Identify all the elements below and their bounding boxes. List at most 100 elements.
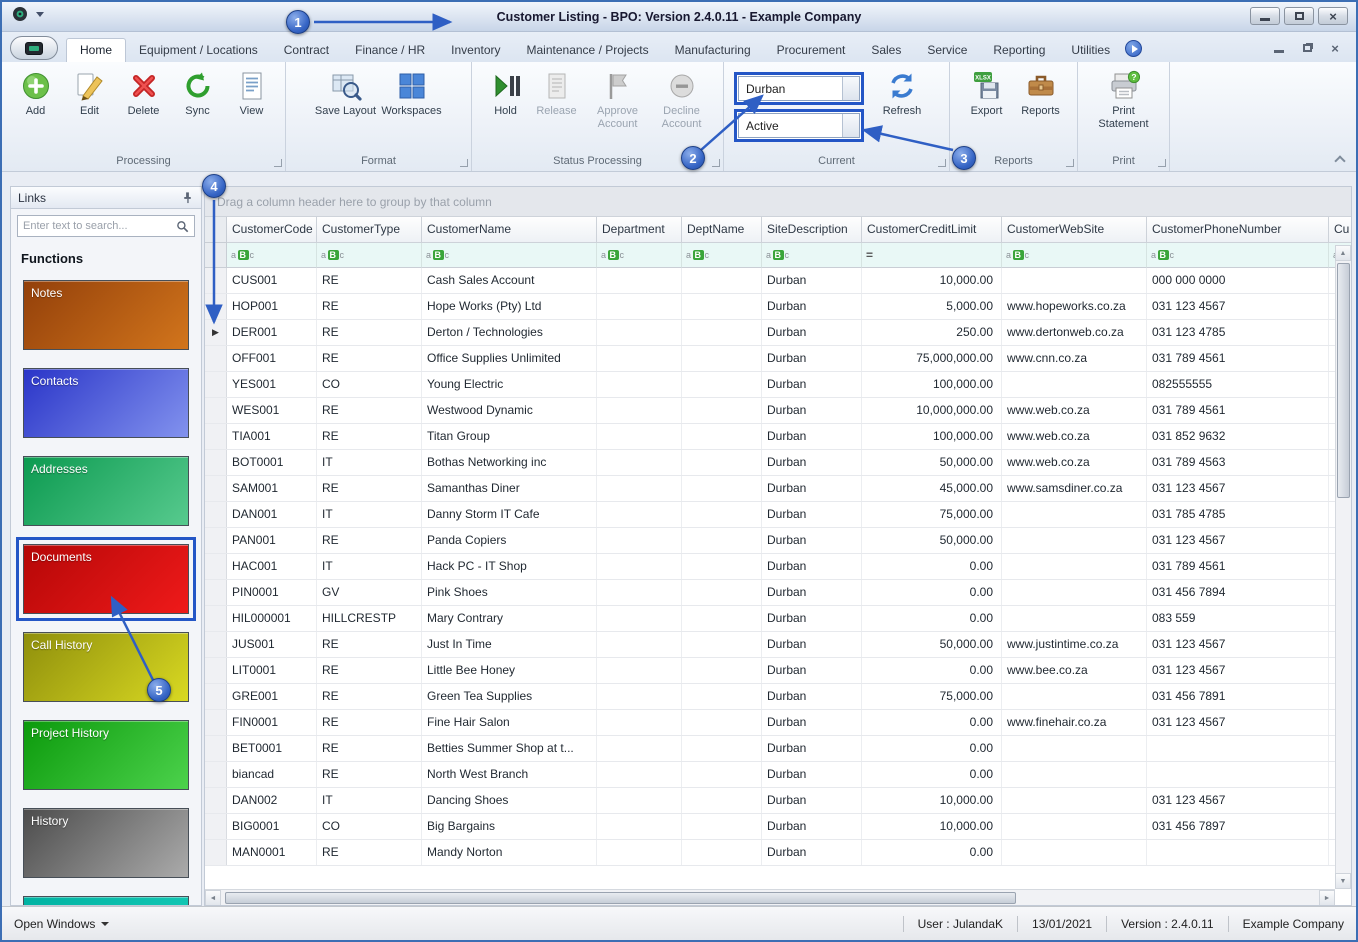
site-filter-caret-button[interactable]: [842, 77, 859, 100]
dialog-launcher-icon[interactable]: [460, 159, 468, 167]
cell-deptname[interactable]: [682, 580, 762, 605]
table-row[interactable]: SAM001 RE Samanthas Diner Durban 45,000.00 ww…: [205, 476, 1335, 502]
cell-customercode[interactable]: biancad: [227, 762, 317, 787]
cell-customercreditlimit[interactable]: 0.00: [862, 710, 1002, 735]
cell-customertype[interactable]: RE: [317, 840, 422, 865]
cell-customername[interactable]: Hack PC - IT Shop: [422, 554, 597, 579]
cell-deptname[interactable]: [682, 346, 762, 371]
cell-customername[interactable]: Bothas Networking inc: [422, 450, 597, 475]
cell-customername[interactable]: Pink Shoes: [422, 580, 597, 605]
column-header-customerphonenumber[interactable]: CustomerPhoneNumber: [1147, 217, 1329, 243]
cell-department[interactable]: [597, 346, 682, 371]
cell-customername[interactable]: Mandy Norton: [422, 840, 597, 865]
cell-customername[interactable]: Office Supplies Unlimited: [422, 346, 597, 371]
row-indicator[interactable]: [205, 840, 227, 865]
cell-customerwebsite[interactable]: [1002, 554, 1147, 579]
tab-overflow-button[interactable]: [1125, 40, 1143, 57]
cell-customerwebsite[interactable]: [1002, 372, 1147, 397]
add-button[interactable]: Add: [9, 68, 63, 118]
tab-finance-hr[interactable]: Finance / HR: [342, 39, 438, 62]
cell-sitedescription[interactable]: Durban: [762, 320, 862, 345]
function-button-contacts[interactable]: Contacts: [23, 368, 189, 438]
cell-customername[interactable]: Derton / Technologies: [422, 320, 597, 345]
cell-customername[interactable]: Dancing Shoes: [422, 788, 597, 813]
cell-customerwebsite[interactable]: [1002, 268, 1147, 293]
cell-customertype[interactable]: RE: [317, 294, 422, 319]
cell-customerwebsite[interactable]: www.cnn.co.za: [1002, 346, 1147, 371]
cell-customername[interactable]: Danny Storm IT Cafe: [422, 502, 597, 527]
cell-customercode[interactable]: HAC001: [227, 554, 317, 579]
tab-manufacturing[interactable]: Manufacturing: [662, 39, 764, 62]
filter-cell-department[interactable]: aBc: [597, 243, 682, 268]
cell-customercreditlimit[interactable]: 0.00: [862, 736, 1002, 761]
table-row[interactable]: HAC001 IT Hack PC - IT Shop Durban 0.00 031 7…: [205, 554, 1335, 580]
refresh-button[interactable]: Refresh: [870, 68, 934, 118]
filter-cell-customerwebsite[interactable]: aBc: [1002, 243, 1147, 268]
view-button[interactable]: View: [225, 68, 279, 118]
table-row[interactable]: FIN0001 RE Fine Hair Salon Durban 0.00 www.fi…: [205, 710, 1335, 736]
cell-customerphonenumber[interactable]: 031 456 7891: [1147, 684, 1329, 709]
print-statement-button[interactable]: ? Print Statement: [1091, 68, 1157, 131]
dialog-launcher-icon[interactable]: [1158, 159, 1166, 167]
cell-customerwebsite[interactable]: www.dertonweb.co.za: [1002, 320, 1147, 345]
column-header-sitedescription[interactable]: SiteDescription: [762, 217, 862, 243]
cell-customercreditlimit[interactable]: 0.00: [862, 606, 1002, 631]
cell-customercode[interactable]: DER001: [227, 320, 317, 345]
cell-department[interactable]: [597, 814, 682, 839]
tab-equipment-locations[interactable]: Equipment / Locations: [126, 39, 271, 62]
app-menu-button[interactable]: [10, 36, 58, 60]
cell-department[interactable]: [597, 528, 682, 553]
mdi-restore-button[interactable]: [1300, 42, 1314, 54]
cell-customertype[interactable]: RE: [317, 424, 422, 449]
column-header-customercode[interactable]: CustomerCode: [227, 217, 317, 243]
function-button-documents[interactable]: Documents: [16, 537, 196, 621]
cell-sitedescription[interactable]: Durban: [762, 632, 862, 657]
cell-sitedescription[interactable]: Durban: [762, 788, 862, 813]
table-row[interactable]: YES001 CO Young Electric Durban 100,000.00 08…: [205, 372, 1335, 398]
table-row[interactable]: LIT0001 RE Little Bee Honey Durban 0.00 www.b…: [205, 658, 1335, 684]
cell-customername[interactable]: Cash Sales Account: [422, 268, 597, 293]
tab-contract[interactable]: Contract: [271, 39, 342, 62]
cell-customerwebsite[interactable]: www.web.co.za: [1002, 398, 1147, 423]
row-indicator[interactable]: [205, 294, 227, 319]
cell-department[interactable]: [597, 502, 682, 527]
minimize-button[interactable]: [1250, 7, 1280, 25]
cell-customerwebsite[interactable]: [1002, 606, 1147, 631]
cell-customername[interactable]: Fine Hair Salon: [422, 710, 597, 735]
cell-customername[interactable]: Just In Time: [422, 632, 597, 657]
scroll-up-icon[interactable]: ▲: [1335, 245, 1351, 261]
cell-customertype[interactable]: RE: [317, 710, 422, 735]
edit-button[interactable]: Edit: [63, 68, 117, 118]
tab-reporting[interactable]: Reporting: [980, 39, 1058, 62]
cell-customercreditlimit[interactable]: 50,000.00: [862, 450, 1002, 475]
decline-account-button[interactable]: Decline Account: [651, 68, 713, 131]
cell-sitedescription[interactable]: Durban: [762, 710, 862, 735]
workspaces-button[interactable]: Workspaces: [379, 68, 445, 120]
cell-department[interactable]: [597, 710, 682, 735]
cell-customercreditlimit[interactable]: 75,000,000.00: [862, 346, 1002, 371]
row-indicator[interactable]: [205, 346, 227, 371]
cell-customercreditlimit[interactable]: 45,000.00: [862, 476, 1002, 501]
cell-customerphonenumber[interactable]: 031 789 4561: [1147, 346, 1329, 371]
row-indicator[interactable]: [205, 476, 227, 501]
cell-sitedescription[interactable]: Durban: [762, 294, 862, 319]
cell-customerwebsite[interactable]: [1002, 684, 1147, 709]
cell-customercreditlimit[interactable]: 50,000.00: [862, 632, 1002, 657]
cell-deptname[interactable]: [682, 840, 762, 865]
cell-department[interactable]: [597, 580, 682, 605]
cell-department[interactable]: [597, 684, 682, 709]
cell-customerwebsite[interactable]: www.web.co.za: [1002, 424, 1147, 449]
cell-customercreditlimit[interactable]: 0.00: [862, 840, 1002, 865]
cell-customerphonenumber[interactable]: 031 123 4567: [1147, 632, 1329, 657]
table-row[interactable]: ▶ DER001 RE Derton / Technologies Durban 250.…: [205, 320, 1335, 346]
cell-customercreditlimit[interactable]: 10,000.00: [862, 788, 1002, 813]
cell-department[interactable]: [597, 554, 682, 579]
cell-customerphonenumber[interactable]: 000 000 0000: [1147, 268, 1329, 293]
cell-deptname[interactable]: [682, 788, 762, 813]
cell-sitedescription[interactable]: Durban: [762, 658, 862, 683]
maximize-button[interactable]: [1284, 7, 1314, 25]
row-indicator[interactable]: [205, 788, 227, 813]
cell-customername[interactable]: North West Branch: [422, 762, 597, 787]
cell-customerwebsite[interactable]: [1002, 762, 1147, 787]
tab-sales[interactable]: Sales: [858, 39, 914, 62]
